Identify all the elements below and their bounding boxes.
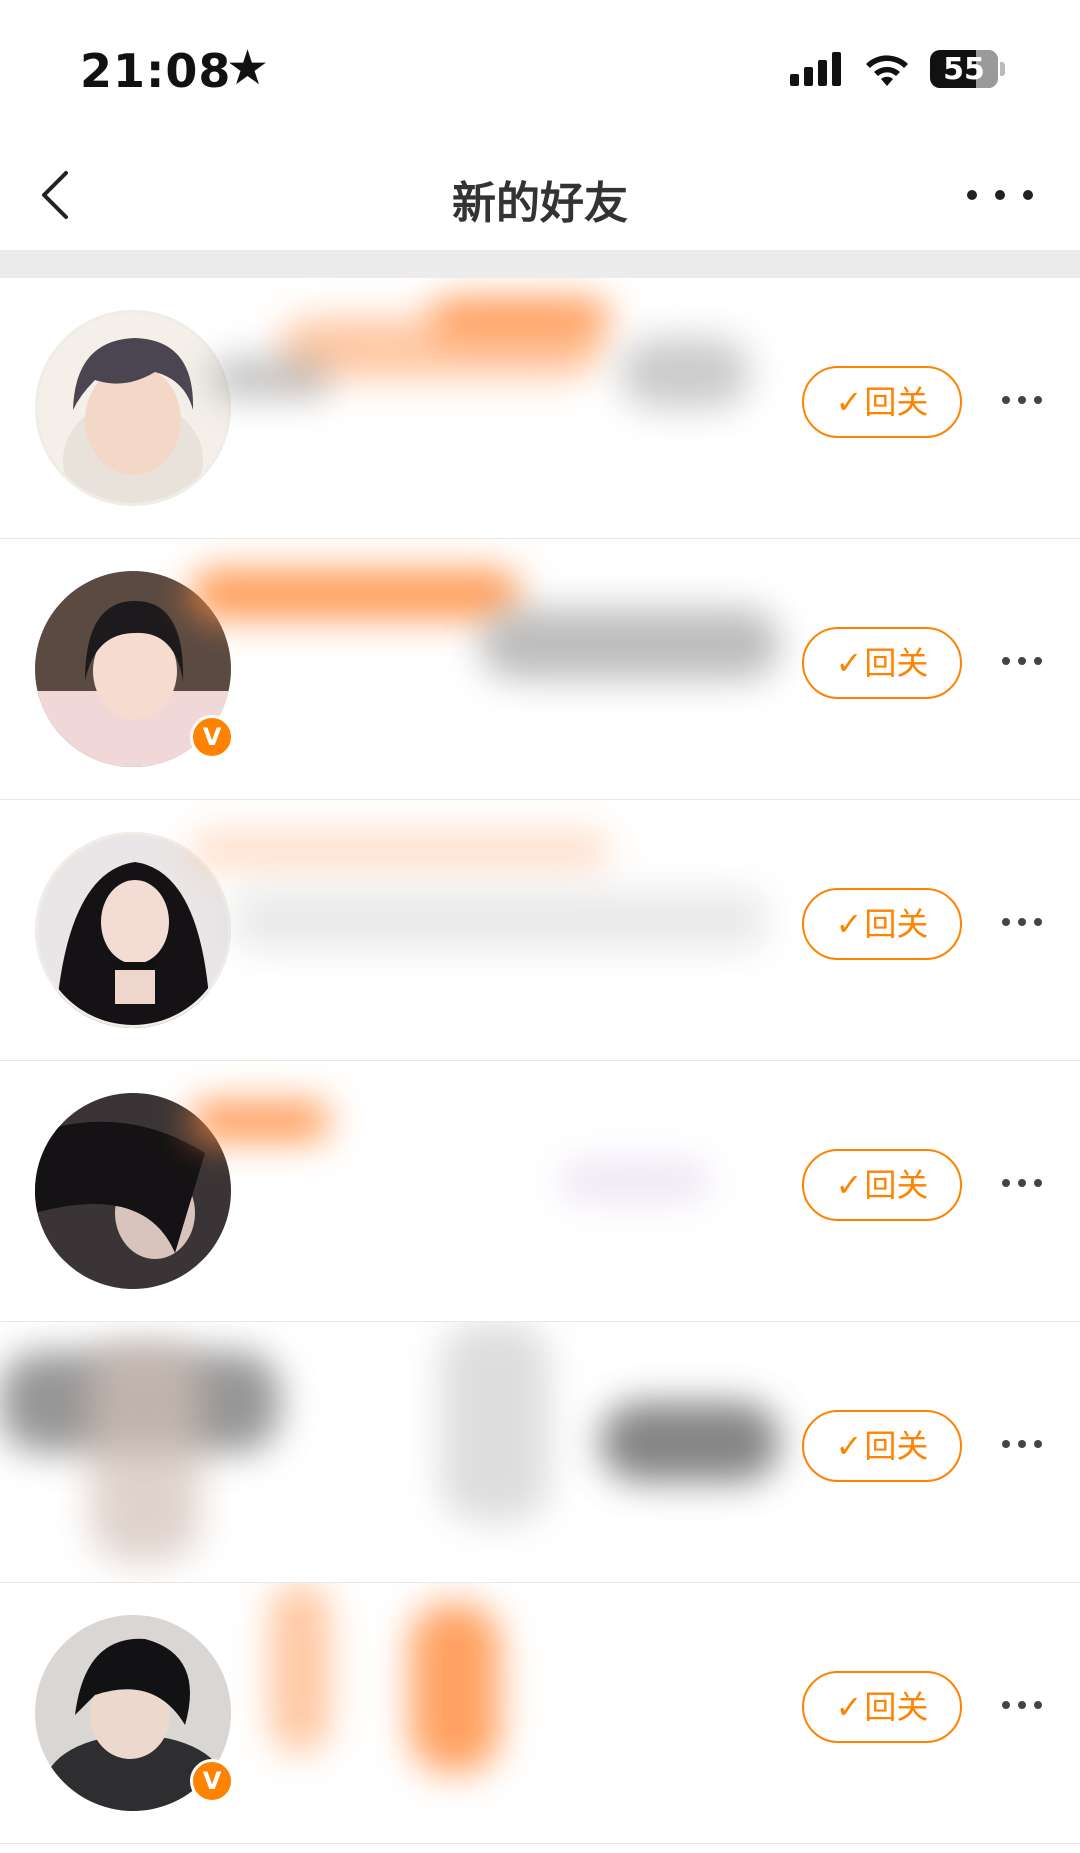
redacted-name [270, 1583, 330, 1753]
wifi-icon [866, 55, 908, 86]
ellipsis-icon[interactable] [1000, 1698, 1044, 1712]
checkmark-icon: ✓ [835, 905, 863, 943]
redacted-description [410, 1603, 500, 1773]
battery-cap [1000, 62, 1005, 76]
redacted-description [620, 338, 750, 408]
ellipsis-icon[interactable] [1000, 1176, 1044, 1190]
list-item[interactable]: ✓回关 [0, 278, 1080, 539]
ellipsis-icon[interactable] [1000, 915, 1044, 929]
avatar[interactable] [35, 310, 231, 506]
page-title: 新的好友 [452, 178, 628, 229]
ellipsis-icon[interactable] [1000, 1437, 1044, 1451]
list-item[interactable]: V ✓回关 [0, 1583, 1080, 1844]
redacted-description [600, 1402, 780, 1482]
redacted-name [190, 569, 520, 619]
follow-back-button[interactable]: ✓回关 [802, 1149, 962, 1221]
redacted-description [230, 890, 770, 950]
checkmark-icon: ✓ [835, 383, 863, 421]
star-icon: ★ [226, 40, 270, 96]
status-time: 21:08 [80, 44, 232, 98]
list-item[interactable]: ✓回关 [0, 800, 1080, 1061]
follow-back-button[interactable]: ✓回关 [802, 627, 962, 699]
follow-back-button[interactable]: ✓回关 [802, 1410, 962, 1482]
redacted-avatar [90, 1342, 200, 1562]
v-badge-icon: V [190, 715, 234, 759]
redacted-name [440, 1322, 550, 1522]
battery-icon: 55 [930, 50, 998, 88]
redacted-name [190, 1101, 330, 1141]
status-bar: 21:08 ★ 55 [0, 0, 1080, 145]
checkmark-icon: ✓ [835, 1166, 863, 1204]
redacted-description [210, 358, 330, 398]
follow-back-button[interactable]: ✓回关 [802, 366, 962, 438]
v-badge-icon: V [190, 1759, 234, 1803]
ellipsis-icon[interactable] [960, 175, 1040, 215]
checkmark-icon: ✓ [835, 1688, 863, 1726]
checkmark-icon: ✓ [835, 1427, 863, 1465]
ellipsis-icon[interactable] [1000, 654, 1044, 668]
cellular-signal-icon [790, 52, 841, 86]
follow-back-button[interactable]: ✓回关 [802, 888, 962, 960]
battery-level: 55 [943, 52, 985, 87]
list-item[interactable]: ✓回关 [0, 1061, 1080, 1322]
redacted-description [480, 609, 780, 679]
nav-bar: 新的好友 [0, 145, 1080, 250]
divider-band [0, 250, 1080, 278]
list-item[interactable]: ✓回关 [0, 1322, 1080, 1583]
ellipsis-icon[interactable] [1000, 393, 1044, 407]
new-friends-list: ✓回关 V ✓回关 ✓回关 ✓回关 ✓回关 V ✓回关 [0, 278, 1080, 1844]
redacted-name [190, 830, 610, 870]
redacted-name [430, 298, 610, 338]
list-item[interactable]: V ✓回关 [0, 539, 1080, 800]
redacted-description [560, 1161, 710, 1201]
follow-back-button[interactable]: ✓回关 [802, 1671, 962, 1743]
checkmark-icon: ✓ [835, 644, 863, 682]
